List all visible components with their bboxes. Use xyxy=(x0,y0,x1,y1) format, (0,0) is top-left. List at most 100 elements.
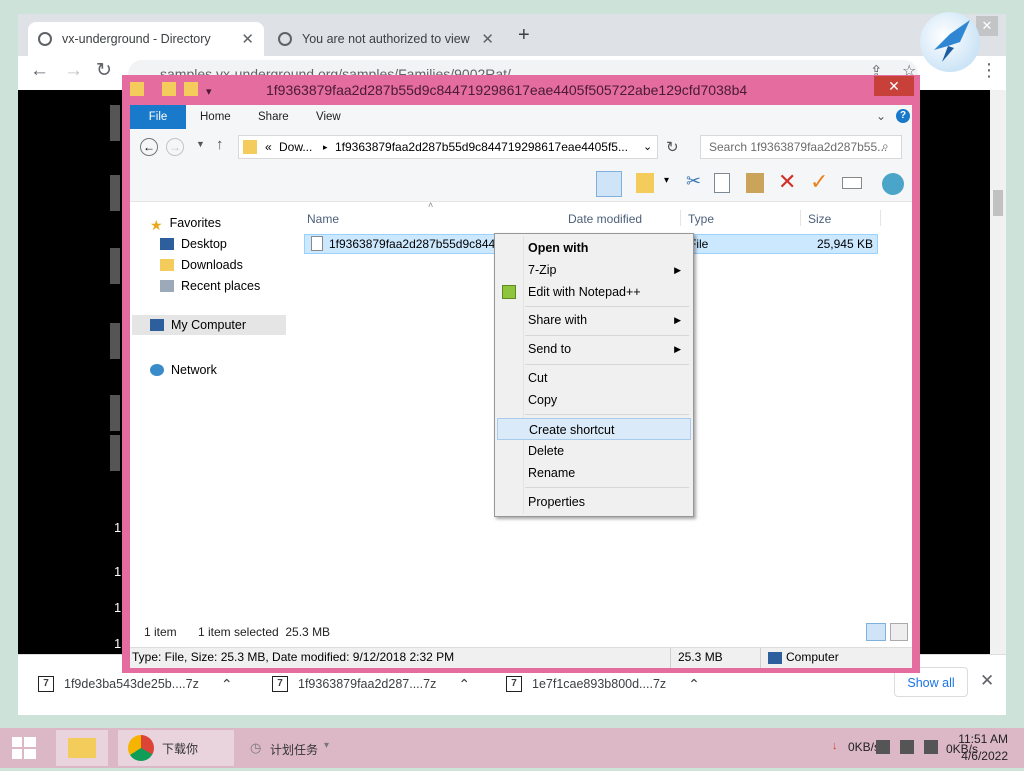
nav-network[interactable]: Network xyxy=(150,363,217,377)
download-item[interactable]: 7 1e7f1cae893b800d....7z ⌃ xyxy=(506,669,700,699)
new-tab-button[interactable]: + xyxy=(518,24,530,47)
nav-recent-places[interactable]: Recent places xyxy=(160,279,260,293)
close-tab-icon[interactable]: ✕ xyxy=(481,30,494,48)
refresh-icon[interactable]: ↻ xyxy=(666,138,679,156)
tab-strip: vx-underground - Directory ✕ You are not… xyxy=(18,14,1006,56)
tab-vx-underground[interactable]: vx-underground - Directory ✕ xyxy=(28,22,264,56)
tray-volume-icon[interactable] xyxy=(924,740,938,754)
bird-logo-icon xyxy=(920,12,980,72)
chevron-down-icon[interactable]: ⌄ xyxy=(643,136,652,158)
nav-my-computer[interactable]: My Computer xyxy=(132,315,286,335)
back-icon[interactable]: ← xyxy=(30,60,49,82)
ribbon-tab-view[interactable]: View xyxy=(316,105,341,129)
menu-icon[interactable]: ⋮ xyxy=(980,60,998,81)
folder-marker xyxy=(110,323,120,359)
menu-item-edit-notepad[interactable]: Edit with Notepad++ xyxy=(497,281,691,303)
new-folder-icon[interactable] xyxy=(184,82,198,96)
taskbar-chrome[interactable]: 下载你 xyxy=(118,730,234,766)
column-header-type[interactable]: Type xyxy=(688,212,714,226)
column-divider xyxy=(880,210,881,226)
chevron-up-icon[interactable]: ⌃ xyxy=(688,676,700,693)
ribbon-tab-file[interactable]: File xyxy=(130,105,186,129)
tab-not-authorized[interactable]: You are not authorized to view th ✕ xyxy=(268,22,504,56)
properties-icon[interactable] xyxy=(162,82,176,96)
taskbar-scheduler[interactable]: ◷ 计划任务 ▾ xyxy=(244,730,350,766)
download-item[interactable]: 7 1f9de3ba543de25b....7z ⌃ xyxy=(38,669,233,699)
chevron-right-icon[interactable]: ▸ xyxy=(323,136,328,158)
checkmark-icon[interactable]: ✓ xyxy=(810,169,828,195)
preview-pane-icon[interactable] xyxy=(596,171,622,197)
address-segment[interactable]: 1f9363879faa2d287b55d9c844719298617eae44… xyxy=(335,136,628,158)
tab-title: You are not authorized to view th xyxy=(302,32,474,46)
forward-icon[interactable]: → xyxy=(166,138,184,156)
menu-item-share-with[interactable]: Share with ▶ xyxy=(497,309,691,331)
download-item[interactable]: 7 1f9363879faa2d287....7z ⌃ xyxy=(272,669,470,699)
chevron-up-icon[interactable]: ⌃ xyxy=(458,676,470,693)
submenu-arrow-icon: ▶ xyxy=(674,315,681,325)
address-bar[interactable]: « Dow... ▸ 1f9363879faa2d287b55d9c844719… xyxy=(238,135,658,159)
search-icon[interactable]: ⌕ xyxy=(882,139,889,154)
details-view-icon[interactable] xyxy=(866,623,886,641)
column-header-date[interactable]: Date modified xyxy=(568,212,642,226)
menu-item-properties[interactable]: Properties xyxy=(497,491,691,513)
menu-label: Edit with Notepad++ xyxy=(528,285,641,299)
address-segment[interactable]: Dow... xyxy=(279,136,312,158)
search-box[interactable]: Search 1f9363879faa2d287b55... xyxy=(700,135,902,159)
clock-time[interactable]: 11:51 AM xyxy=(952,732,1008,746)
select-all-icon[interactable] xyxy=(636,173,654,193)
column-header-size[interactable]: Size xyxy=(808,212,831,226)
nav-downloads[interactable]: Downloads xyxy=(160,258,243,272)
menu-item-copy[interactable]: Copy xyxy=(497,389,691,411)
shell-icon[interactable] xyxy=(882,173,904,195)
nav-favorites[interactable]: ★ Favorites xyxy=(150,216,221,233)
menu-item-send-to[interactable]: Send to ▶ xyxy=(497,338,691,360)
folder-marker xyxy=(110,395,120,431)
up-icon[interactable]: ↑ xyxy=(216,136,224,153)
taskbar-explorer[interactable] xyxy=(56,730,108,766)
menu-item-open-with[interactable]: Open with xyxy=(497,237,691,259)
column-header-name[interactable]: Name xyxy=(307,212,339,226)
chevron-down-icon[interactable]: ▾ xyxy=(664,175,669,186)
forward-icon[interactable]: → xyxy=(64,60,83,82)
ribbon-expand-icon[interactable]: ⌄ xyxy=(876,109,886,123)
menu-item-7zip[interactable]: 7-Zip ▶ xyxy=(497,259,691,281)
row-number: 1 xyxy=(114,564,122,579)
menu-separator xyxy=(525,335,689,336)
chevron-up-icon[interactable]: ⌃ xyxy=(221,676,233,693)
close-downloads-icon[interactable]: ✕ xyxy=(980,671,994,691)
menu-item-cut[interactable]: Cut xyxy=(497,367,691,389)
cut-icon[interactable]: ✂ xyxy=(686,171,701,192)
paste-icon[interactable] xyxy=(746,173,764,193)
rename-icon[interactable] xyxy=(842,177,862,189)
scrollbar-thumb[interactable] xyxy=(993,190,1003,216)
explorer-close-button[interactable]: ✕ xyxy=(874,76,914,96)
recent-locations-icon[interactable]: ▼ xyxy=(196,139,205,149)
network-icon xyxy=(150,364,164,376)
ribbon-tab-share[interactable]: Share xyxy=(258,105,289,129)
menu-item-delete[interactable]: Delete xyxy=(497,440,691,462)
back-icon[interactable]: ← xyxy=(140,138,158,156)
tray-flag-icon[interactable] xyxy=(876,740,890,754)
help-icon[interactable]: ? xyxy=(896,109,910,123)
large-icons-view-icon[interactable] xyxy=(890,623,908,641)
close-tab-icon[interactable]: ✕ xyxy=(241,30,254,48)
reload-icon[interactable]: ↻ xyxy=(96,59,112,82)
row-number: 1 xyxy=(114,600,122,615)
tray-network-icon[interactable] xyxy=(900,740,914,754)
menu-item-rename[interactable]: Rename xyxy=(497,462,691,484)
copy-icon[interactable] xyxy=(714,173,730,193)
quick-access-dropdown-icon[interactable]: ▾ xyxy=(206,77,212,107)
nav-desktop[interactable]: Desktop xyxy=(160,237,227,251)
page-scrollbar[interactable] xyxy=(990,90,1006,654)
file-explorer-icon xyxy=(68,738,96,758)
delete-icon[interactable]: ✕ xyxy=(778,169,796,195)
archive-file-icon: 7 xyxy=(272,676,288,692)
start-button[interactable] xyxy=(0,728,48,768)
ribbon-tab-home[interactable]: Home xyxy=(200,105,231,129)
downloads-folder-icon xyxy=(160,259,174,271)
star-icon: ★ xyxy=(150,217,163,233)
menu-item-create-shortcut[interactable]: Create shortcut xyxy=(497,418,691,440)
menu-label: Send to xyxy=(528,342,572,356)
address-overflow[interactable]: « xyxy=(265,136,272,158)
clock-date[interactable]: 4/6/2022 xyxy=(952,749,1008,763)
